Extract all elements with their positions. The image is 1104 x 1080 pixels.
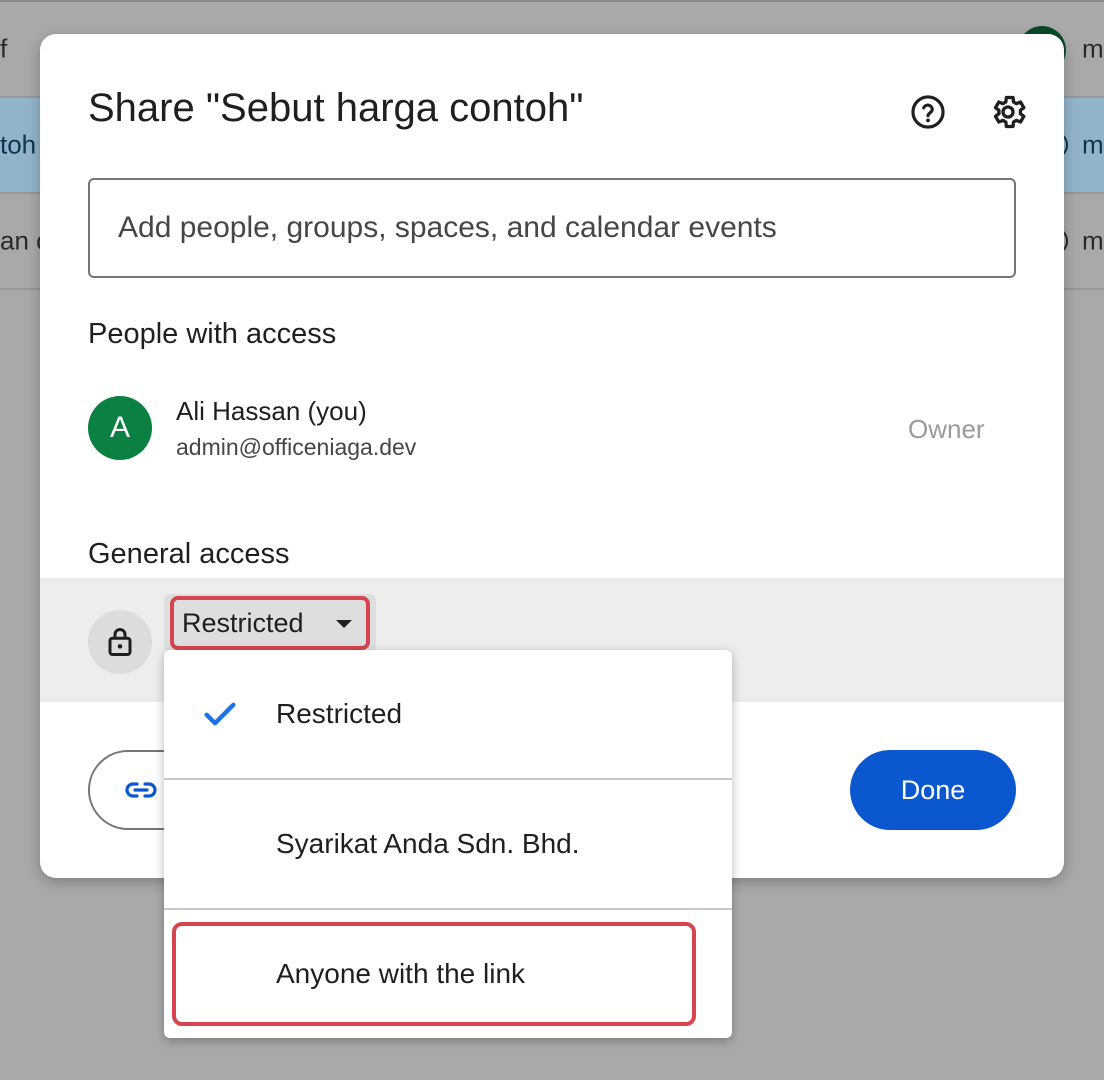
person-email: admin@officeniaga.dev	[176, 434, 417, 460]
menu-item-label: Restricted	[276, 698, 403, 729]
menu-item-label: Anyone with the link	[276, 958, 526, 989]
avatar: A	[88, 396, 152, 460]
lock-icon	[108, 628, 132, 656]
menu-item-organization[interactable]: Syarikat Anda Sdn. Bhd.	[164, 780, 732, 908]
file-name: f	[0, 33, 8, 64]
person-name: Ali Hassan (you)	[176, 396, 367, 426]
add-people-input[interactable]	[88, 178, 1016, 278]
menu-item-restricted[interactable]: Restricted	[164, 650, 732, 778]
file-owner: m	[1082, 129, 1104, 160]
file-owner: m	[1082, 225, 1104, 256]
help-circle-icon	[911, 95, 945, 129]
general-access-dropdown[interactable]: Restricted	[164, 594, 376, 652]
general-access-select[interactable]: Restricted	[170, 596, 370, 650]
settings-button[interactable]	[986, 90, 1030, 134]
gear-icon	[993, 95, 1026, 129]
checkmark-icon	[204, 702, 236, 726]
general-access-menu: Restricted Syarikat Anda Sdn. Bhd. Anyon…	[164, 650, 732, 1038]
dialog-title: Share "Sebut harga contoh"	[88, 86, 584, 130]
help-button[interactable]	[906, 90, 950, 134]
general-access-value: Restricted	[182, 607, 304, 638]
menu-item-anyone-with-link[interactable]: Anyone with the link	[164, 910, 732, 1038]
menu-item-label: Syarikat Anda Sdn. Bhd.	[276, 828, 580, 859]
lock-icon-container	[88, 610, 152, 674]
general-access-heading: General access	[88, 538, 290, 570]
people-with-access-heading: People with access	[88, 318, 337, 350]
done-button[interactable]: Done	[850, 750, 1016, 830]
caret-down-icon	[336, 620, 352, 628]
link-icon	[125, 782, 157, 798]
file-name: toh	[0, 129, 37, 160]
person-role: Owner	[908, 414, 985, 444]
file-owner: m	[1082, 33, 1104, 64]
